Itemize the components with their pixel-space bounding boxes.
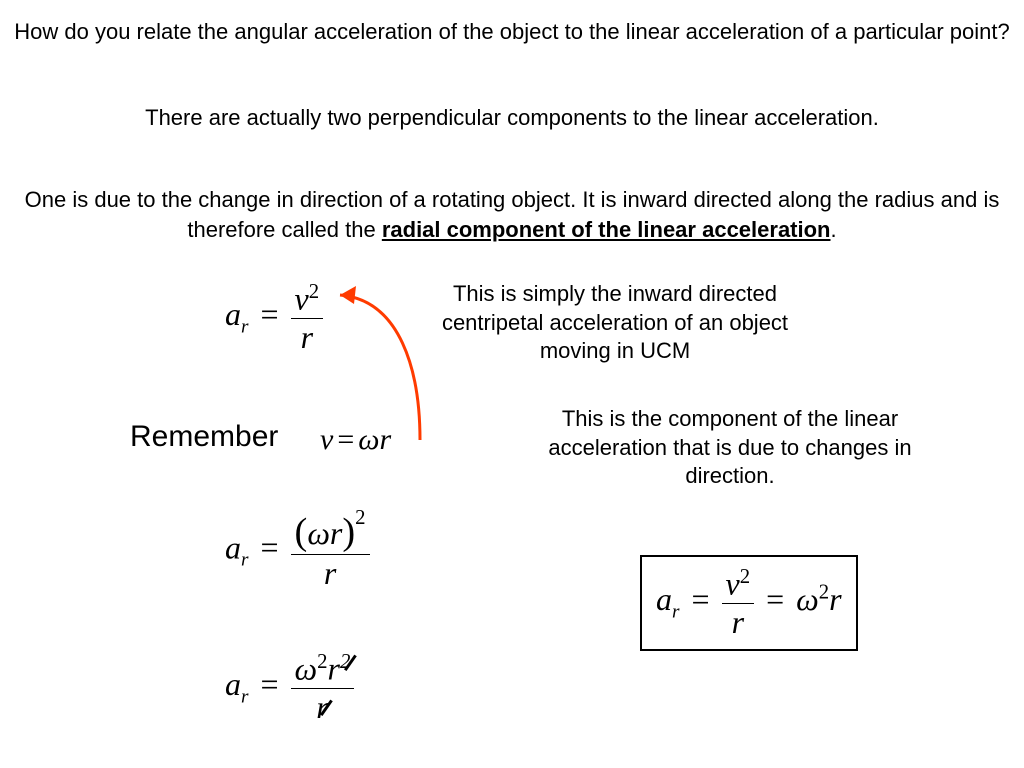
equation-ar-simplified: ar = ω2r2 r bbox=[225, 650, 354, 726]
equation-ar-omegar2: ar = (ωr)2 r bbox=[225, 510, 370, 592]
statement-line-3: One is due to the change in direction of… bbox=[0, 185, 1024, 244]
note-centripetal: This is simply the inward directed centr… bbox=[420, 280, 810, 366]
statement-line-2: There are actually two perpendicular com… bbox=[0, 105, 1024, 131]
radial-component-term: radial component of the linear accelerat… bbox=[382, 217, 831, 242]
equation-ar-v2r: ar = v2 r bbox=[225, 280, 323, 356]
equation-v-omega-r: v=ωr bbox=[320, 423, 391, 457]
line3-post: . bbox=[831, 217, 837, 242]
note-direction-change: This is the component of the linear acce… bbox=[530, 405, 930, 491]
equation-boxed-result: ar = v2 r = ω2r bbox=[640, 555, 858, 651]
question-heading: How do you relate the angular accelerati… bbox=[0, 18, 1024, 47]
remember-label: Remember bbox=[130, 420, 278, 454]
